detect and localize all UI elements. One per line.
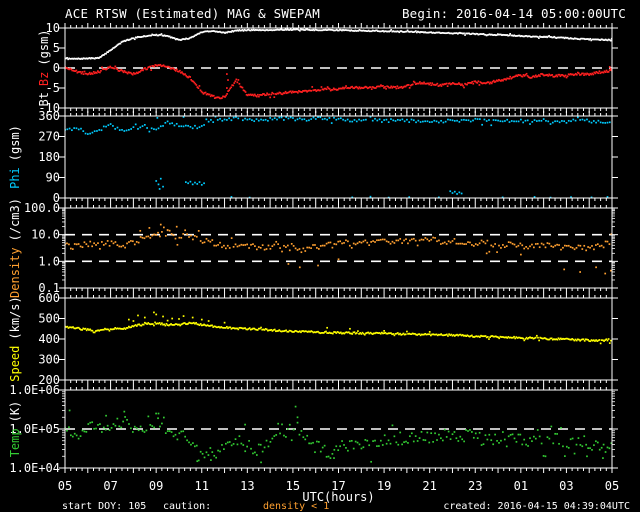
data-points-speed	[65, 311, 612, 345]
panel-frame	[64, 207, 613, 289]
panel-mag: 1050-5-10	[38, 21, 618, 115]
y-axis-label-speed-name: Speed	[8, 345, 22, 382]
y-tick-label: 90	[46, 171, 60, 185]
y-axis-label-mag-unit: (gsm)	[37, 29, 51, 66]
axis-ticks: 360270180900	[38, 109, 618, 205]
panel-frame	[64, 297, 613, 381]
panel-density: 100.010.01.00.1	[24, 201, 618, 295]
created-timestamp: created: 2016-04-15 04:39:04UTC	[443, 501, 630, 512]
data-points-phi	[65, 116, 611, 198]
data-points-bz	[65, 63, 612, 100]
y-axis-label-temp: Temp (K)	[8, 398, 22, 461]
panel-phi: 360270180900	[38, 109, 618, 205]
start-doy-label: start DOY: 105	[62, 501, 147, 512]
y-axis-label-temp-name: Temp	[8, 428, 22, 458]
caution-label: caution:	[163, 501, 212, 512]
axis-ticks: 600500400300200	[38, 291, 618, 387]
y-tick-label: 400	[38, 332, 60, 346]
y-tick-label: 10.0	[31, 228, 60, 242]
y-axis-label-speed: Speed (km/s)	[8, 293, 22, 384]
data-points-bt	[65, 28, 612, 61]
page-title: ACE RTSW (Estimated) MAG & SWEPAM	[65, 6, 320, 21]
y-axis-label-mag: Bt Bz (gsm)	[37, 26, 51, 109]
y-axis-label-phi: Phi (gsm)	[8, 122, 22, 192]
y-tick-label: 100.0	[24, 201, 60, 215]
panel-temp: 1.0E+061.0E+051.0E+04	[9, 383, 618, 475]
y-tick-label: 1.0E+06	[9, 383, 60, 397]
data-points-density	[65, 223, 612, 275]
panel-speed: 600500400300200	[38, 291, 618, 387]
y-tick-label: 1.0E+04	[9, 461, 60, 475]
y-axis-label-density-unit: (/cm3)	[8, 198, 22, 242]
data-points-temp	[65, 405, 612, 464]
y-tick-label: 360	[38, 109, 60, 123]
y-axis-label-bz: Bz	[37, 71, 51, 87]
y-tick-label: 600	[38, 291, 60, 305]
y-tick-label: 0	[53, 61, 60, 75]
ace-rtsw-plot: ACE RTSW (Estimated) MAG & SWEPAM Begin:…	[0, 0, 640, 512]
begin-timestamp: Begin: 2016-04-14 05:00:00UTC	[401, 6, 626, 21]
caution-value: density < 1	[263, 501, 330, 512]
y-tick-label: 180	[38, 150, 60, 164]
y-axis-label-bt: Bt	[37, 92, 51, 107]
y-tick-label: 300	[38, 353, 60, 367]
y-tick-label: 500	[38, 312, 60, 326]
y-axis-label-temp-unit: (K)	[8, 400, 22, 423]
y-axis-label-speed-unit: (km/s)	[8, 296, 22, 340]
y-axis-label-density: Density(/cm3)	[8, 195, 22, 301]
y-axis-label-phi-name: Phi	[8, 167, 22, 189]
y-tick-label: 270	[38, 130, 60, 144]
y-tick-label: 1.0	[38, 254, 60, 268]
y-tick-label: 5	[53, 41, 60, 55]
y-axis-label-phi-unit: (gsm)	[8, 125, 22, 162]
